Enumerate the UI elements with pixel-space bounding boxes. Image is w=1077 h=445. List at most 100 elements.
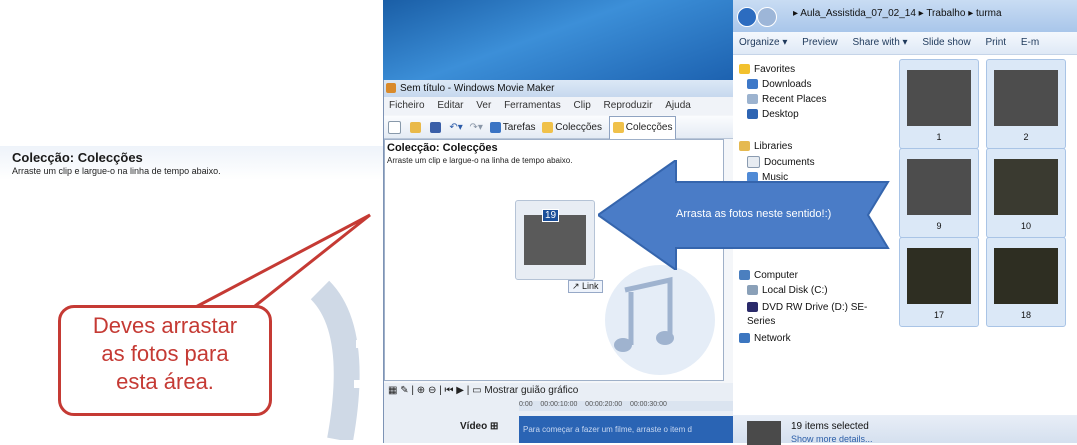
downloads-icon <box>747 79 758 90</box>
organize-button[interactable]: Organize ▾ <box>739 37 787 48</box>
file-label: 1 <box>936 132 942 142</box>
ruler-tick: 00:00:20:00 <box>585 401 623 408</box>
star-icon <box>739 64 750 75</box>
tarefas-button[interactable]: Tarefas <box>489 117 536 139</box>
nav-recent-places[interactable]: Recent Places <box>747 93 826 107</box>
nav-network[interactable]: Network <box>739 332 791 346</box>
dragged-photo-thumbnail[interactable]: 19 <box>515 200 595 280</box>
timeline-view-icon[interactable]: ▦ <box>388 385 397 396</box>
menu-editar[interactable]: Editar <box>437 100 463 111</box>
file-thumbnail[interactable]: 17 <box>899 237 979 327</box>
photo-preview <box>907 248 971 304</box>
rewind-icon[interactable]: ⏮ <box>445 385 454 396</box>
photo-preview <box>994 70 1058 126</box>
video-track[interactable]: Para começar a fazer um filme, arraste o… <box>519 416 734 443</box>
file-label: 2 <box>1023 132 1029 142</box>
file-list: 1 2 9 10 17 18 <box>891 55 1077 415</box>
video-label-text: Vídeo <box>460 421 488 432</box>
play-icon[interactable]: ▶ <box>456 385 464 396</box>
nav-label: Computer <box>754 270 798 281</box>
file-thumbnail[interactable]: 2 <box>986 59 1066 149</box>
storyboard-toggle[interactable]: ▭ Mostrar guião gráfico <box>472 385 578 396</box>
moviemaker-title: Sem título - Windows Movie Maker <box>400 83 555 94</box>
undo-icon[interactable]: ↶▾ <box>449 117 462 139</box>
ruler-tick: 00:00:30:00 <box>629 401 667 408</box>
network-icon <box>739 333 750 344</box>
timeline-area: ▦ ✎ | ⊕ ⊖ | ⏮ ▶ | ▭ Mostrar guião gráfic… <box>384 383 734 443</box>
breadcrumb-item[interactable]: Aula_Assistida_07_02_14 <box>800 8 916 19</box>
coleccoes-label: Colecções <box>555 122 602 133</box>
save-project-icon[interactable] <box>429 117 443 139</box>
slide-show-button[interactable]: Slide show <box>922 37 970 48</box>
nav-libraries[interactable]: Libraries <box>739 140 792 154</box>
recent-places-icon <box>747 94 758 105</box>
computer-icon <box>739 270 750 281</box>
file-label: 17 <box>933 310 944 320</box>
callout-line: esta área. <box>116 369 214 394</box>
nav-local-disk[interactable]: Local Disk (C:) <box>747 284 828 298</box>
moviemaker-toolbar: ↶▾ ↷▾ Tarefas Colecções Colecções <box>384 116 734 140</box>
nav-label: Libraries <box>754 141 793 152</box>
nav-label: Downloads <box>762 79 812 90</box>
zoom-in-icon[interactable]: ⊕ <box>417 385 425 396</box>
desktop-icon <box>747 109 758 120</box>
photo-preview <box>907 159 971 215</box>
breadcrumb-item[interactable]: turma <box>976 8 1002 19</box>
new-project-icon[interactable] <box>388 117 403 139</box>
coleccoes-dropdown-label: Colecções <box>625 122 673 133</box>
nav-label: Network <box>754 333 791 344</box>
nav-downloads[interactable]: Downloads <box>747 78 811 92</box>
menu-clip[interactable]: Clip <box>574 100 591 111</box>
coleccoes-button[interactable]: Colecções <box>542 117 602 139</box>
file-thumbnail[interactable]: 1 <box>899 59 979 149</box>
redo-icon[interactable]: ↷▾ <box>470 117 483 139</box>
callout-line: Deves arrastar <box>92 313 238 338</box>
nav-computer[interactable]: Computer <box>739 269 798 283</box>
disk-icon <box>747 285 758 296</box>
forward-button[interactable] <box>757 7 777 27</box>
breadcrumb-item[interactable]: Trabalho <box>926 8 965 19</box>
file-thumbnail[interactable]: 10 <box>986 148 1066 238</box>
menu-ajuda[interactable]: Ajuda <box>665 100 691 111</box>
collection-title: Colecção: Colecções <box>12 150 143 165</box>
file-thumbnail[interactable]: 9 <box>899 148 979 238</box>
tarefas-label: Tarefas <box>502 122 536 133</box>
back-button[interactable] <box>737 7 757 27</box>
breadcrumb[interactable]: ▸ Aula_Assistida_07_02_14 ▸ Trabalho ▸ t… <box>793 8 1002 19</box>
link-label: Link <box>582 281 599 291</box>
video-track-label: Vídeo ⊞ <box>460 421 499 432</box>
moviemaker-app-icon <box>386 83 396 94</box>
nav-favorites[interactable]: Favorites <box>739 63 795 77</box>
menu-ferramentas[interactable]: Ferramentas <box>504 100 561 111</box>
nav-label: Local Disk (C:) <box>762 285 828 296</box>
file-label: 18 <box>1020 310 1031 320</box>
storyboard-toggle-label: Mostrar guião gráfico <box>484 385 579 396</box>
menu-ficheiro[interactable]: Ficheiro <box>389 100 425 111</box>
collection-header: Colecção: Colecções Arraste um clip e la… <box>0 146 383 180</box>
callout-text: Deves arrastar as fotos para esta área. <box>58 312 272 396</box>
zoom-out-icon[interactable]: ⊖ <box>428 385 436 396</box>
open-project-icon[interactable] <box>409 117 423 139</box>
narrate-icon[interactable]: ✎ <box>400 385 408 396</box>
coleccoes-dropdown[interactable]: Colecções <box>608 116 677 140</box>
selection-preview <box>747 421 781 445</box>
nav-desktop[interactable]: Desktop <box>747 108 799 122</box>
print-button[interactable]: Print <box>985 37 1006 48</box>
photo-preview <box>524 215 586 265</box>
photo-preview <box>994 248 1058 304</box>
photo-count-badge: 19 <box>542 209 560 222</box>
email-button[interactable]: E-m <box>1021 37 1039 48</box>
menu-ver[interactable]: Ver <box>476 100 491 111</box>
address-bar: ▸ Aula_Assistida_07_02_14 ▸ Trabalho ▸ t… <box>733 0 1077 32</box>
file-label: 9 <box>936 221 942 231</box>
file-thumbnail[interactable]: 18 <box>986 237 1066 327</box>
preview-button[interactable]: Preview <box>802 37 838 48</box>
timeline-ruler: 0:00 00:00:10:00 00:00:20:00 00:00:30:00 <box>519 401 734 411</box>
share-with-button[interactable]: Share with ▾ <box>853 37 908 48</box>
moviemaker-menubar: Ficheiro Editar Ver Ferramentas Clip Rep… <box>384 97 734 115</box>
nav-dvd-drive[interactable]: DVD RW Drive (D:) SE-Series <box>747 301 888 327</box>
ruler-tick: 00:00:10:00 <box>540 401 578 408</box>
moviemaker-titlebar[interactable]: Sem título - Windows Movie Maker <box>384 80 734 97</box>
menu-reproduzir[interactable]: Reproduzir <box>604 100 653 111</box>
nav-label: Favorites <box>754 64 796 75</box>
